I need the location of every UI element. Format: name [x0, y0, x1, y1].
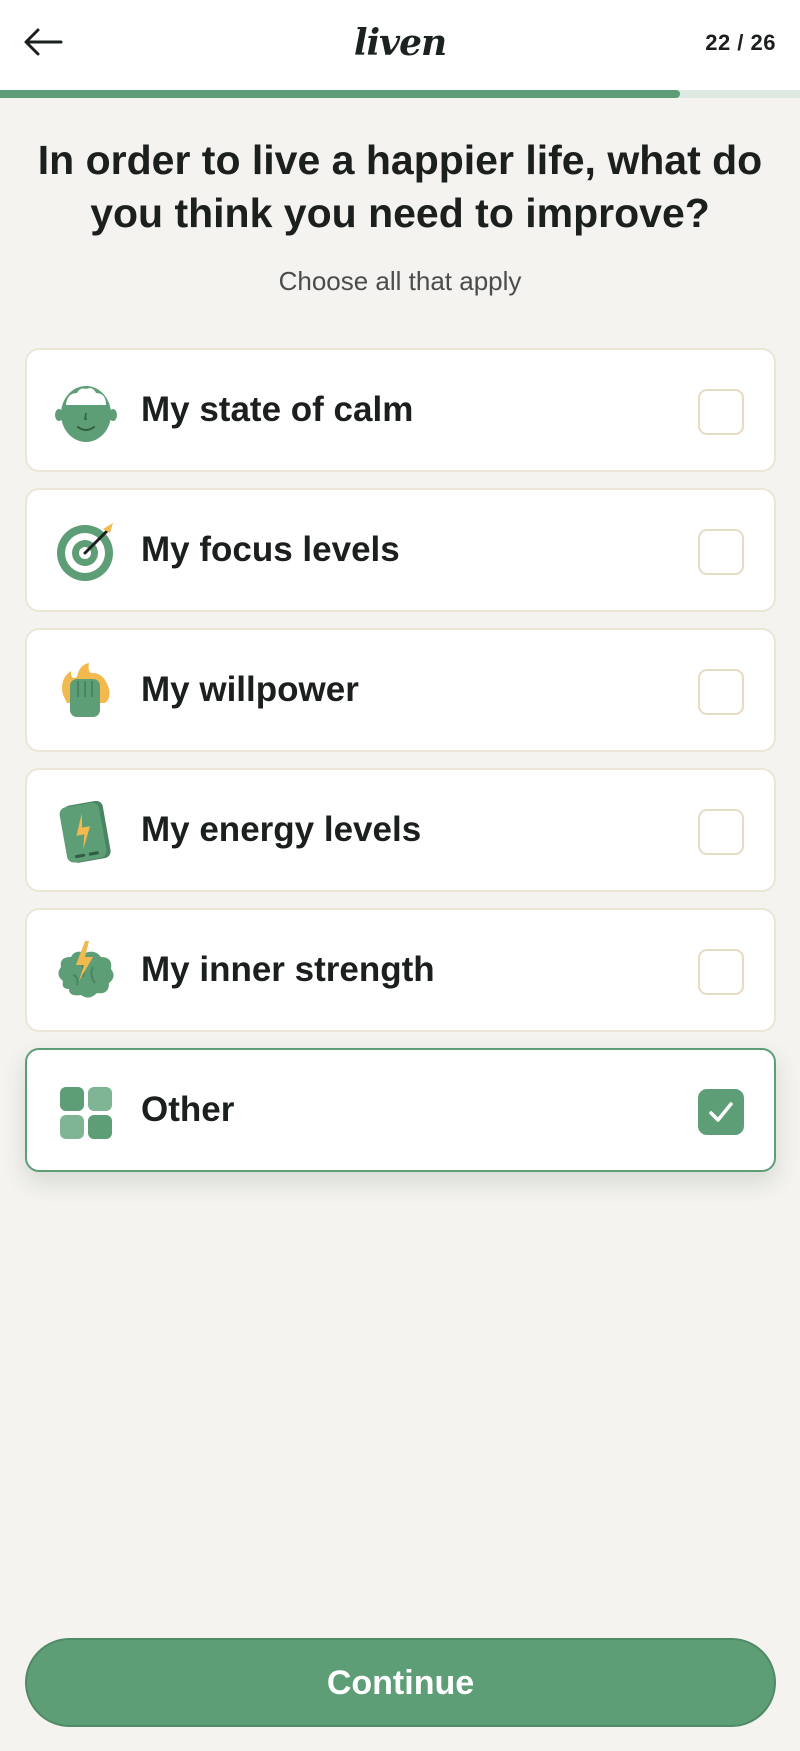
fist-fire-icon — [62, 663, 110, 717]
option-inner-strength[interactable]: My inner strength — [25, 908, 776, 1032]
option-label: My inner strength — [141, 950, 435, 989]
options-list: My state of calm My focus levels My will… — [25, 348, 776, 1188]
grid-icon — [60, 1087, 112, 1139]
progress-bar — [0, 90, 800, 98]
checkbox[interactable] — [698, 949, 744, 995]
battery-icon — [59, 801, 111, 863]
checkbox[interactable] — [698, 809, 744, 855]
checkbox-checked[interactable] — [698, 1089, 744, 1135]
option-other[interactable]: Other — [25, 1048, 776, 1172]
option-label: My focus levels — [141, 530, 400, 569]
option-energy-levels[interactable]: My energy levels — [25, 768, 776, 892]
question-subtitle: Choose all that apply — [278, 266, 522, 296]
checkmark-icon — [709, 1102, 733, 1122]
checkbox[interactable] — [698, 389, 744, 435]
option-label: Other — [141, 1090, 235, 1129]
step-counter: 22 / 26 — [705, 30, 776, 55]
option-label: My willpower — [141, 670, 359, 709]
option-label: My energy levels — [141, 810, 422, 849]
progress-bar-fill — [0, 90, 680, 98]
brain-lightning-icon — [58, 941, 114, 998]
option-focus-levels[interactable]: My focus levels — [25, 488, 776, 612]
option-state-of-calm[interactable]: My state of calm — [25, 348, 776, 472]
top-bar: liven 22 / 26 — [0, 0, 800, 90]
option-label: My state of calm — [141, 390, 414, 429]
calm-head-icon — [55, 386, 117, 442]
continue-button[interactable]: Continue — [25, 1638, 776, 1727]
target-icon — [57, 523, 113, 581]
question-title: In order to live a happier life, what do… — [37, 137, 763, 236]
liven-logo: liven — [353, 22, 447, 64]
checkbox[interactable] — [698, 669, 744, 715]
option-willpower[interactable]: My willpower — [25, 628, 776, 752]
checkbox[interactable] — [698, 529, 744, 575]
